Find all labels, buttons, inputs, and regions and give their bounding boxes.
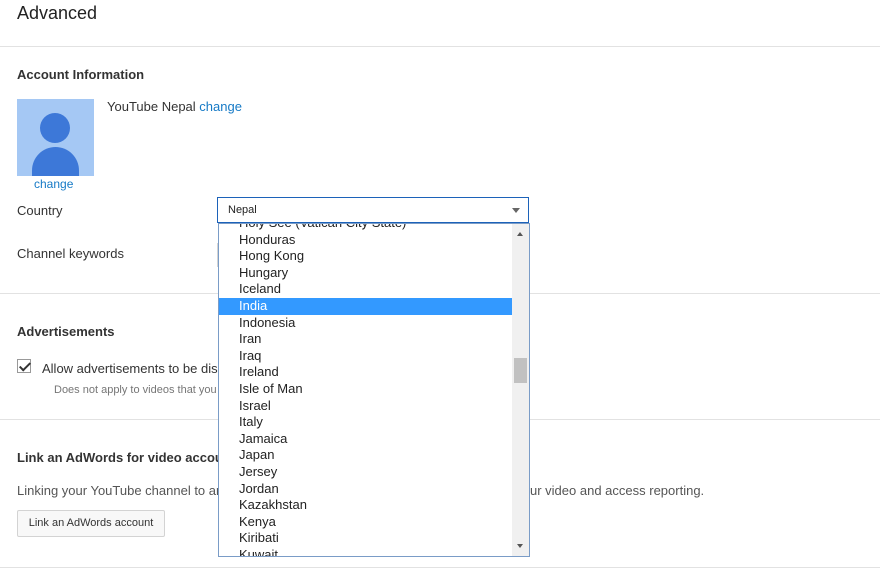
country-option[interactable]: Hungary [219,265,513,282]
country-dropdown-list[interactable]: Holy See (Vatican City State)HondurasHon… [218,223,530,557]
user-avatar-icon[interactable] [17,99,94,176]
adwords-description-end: ur video and access reporting. [530,483,705,498]
country-option[interactable]: Israel [219,398,513,415]
account-section-title: Account Information [17,67,145,82]
checkmark-icon [18,359,32,372]
adwords-description: Linking your YouTube channel to ar [17,483,221,498]
country-select[interactable]: Nepal [217,197,529,223]
scroll-down-icon[interactable] [517,544,523,548]
country-option[interactable]: Isle of Man [219,381,513,398]
country-option[interactable]: Indonesia [219,315,513,332]
channel-name: YouTube Nepal [107,99,196,114]
country-option[interactable]: Kuwait [219,547,513,556]
link-adwords-button[interactable]: Link an AdWords account [17,510,165,537]
channel-name-change-link[interactable]: change [199,99,242,114]
scroll-up-icon[interactable] [517,232,523,236]
country-label: Country [17,203,63,218]
adwords-section-title: Link an AdWords for video accou [17,450,223,465]
country-options: Holy See (Vatican City State)HondurasHon… [219,224,513,556]
ads-section-title: Advertisements [17,324,115,339]
scroll-thumb[interactable] [514,358,527,383]
avatar-shoulders [32,147,79,176]
country-option[interactable]: Iran [219,331,513,348]
avatar-change-link[interactable]: change [34,177,73,191]
divider [0,46,880,47]
country-option[interactable]: Honduras [219,232,513,249]
country-option[interactable]: Hong Kong [219,248,513,265]
allow-ads-label: Allow advertisements to be dis [42,361,218,376]
country-option[interactable]: Jamaica [219,431,513,448]
ads-note: Does not apply to videos that you [54,384,217,396]
country-option[interactable]: Kiribati [219,530,513,547]
dropdown-scrollbar[interactable] [512,224,529,556]
country-option[interactable]: Jersey [219,464,513,481]
country-select-value: Nepal [228,204,257,216]
country-option[interactable]: India [219,297,513,315]
country-option[interactable]: Iraq [219,348,513,365]
country-option[interactable]: Italy [219,414,513,431]
country-option[interactable]: Kazakhstan [219,497,513,514]
divider [0,567,880,568]
avatar-head [40,113,70,143]
country-option[interactable]: Iceland [219,281,513,298]
allow-ads-checkbox[interactable] [17,359,32,373]
country-option[interactable]: Japan [219,447,513,464]
country-option[interactable]: Jordan [219,481,513,498]
country-option[interactable]: Kenya [219,514,513,531]
dropdown-arrow-icon [512,208,520,213]
page-title: Advanced [17,3,98,23]
channel-name-row: YouTube Nepal change [107,99,242,114]
country-option[interactable]: Ireland [219,364,513,381]
country-option[interactable]: Holy See (Vatican City State) [219,224,513,232]
channel-keywords-label: Channel keywords [17,246,124,261]
